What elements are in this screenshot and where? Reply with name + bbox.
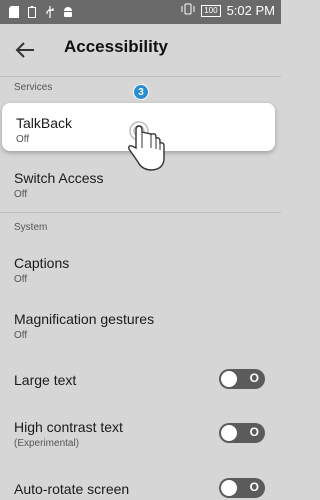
toggle-knob — [221, 425, 237, 441]
back-arrow-icon[interactable] — [12, 37, 38, 63]
auto-rotate-screen-label: Auto-rotate screen — [14, 481, 130, 497]
large-text-item[interactable]: Large text O — [0, 360, 281, 400]
large-text-label: Large text — [14, 372, 77, 388]
status-time: 5:02 PM — [226, 3, 275, 18]
talkback-status: Off — [16, 134, 30, 145]
battery-small-icon — [26, 5, 38, 18]
toggle-knob — [221, 371, 237, 387]
status-icons-right: 100 5:02 PM — [181, 3, 275, 18]
captions-status: Off — [14, 274, 28, 285]
section-header-system: System — [14, 222, 48, 233]
header-divider — [0, 76, 281, 77]
high-contrast-text-label: High contrast text — [14, 419, 123, 435]
high-contrast-text-toggle[interactable]: O — [219, 423, 265, 443]
magnification-gestures-status: Off — [14, 330, 28, 341]
status-icons-left — [8, 5, 74, 18]
section-header-services: Services — [14, 82, 53, 93]
toggle-off-label: O — [249, 425, 259, 439]
toggle-off-label: O — [249, 371, 259, 385]
page-title: Accessibility — [64, 37, 168, 56]
captions-item[interactable]: Captions Off — [0, 248, 281, 292]
switch-access-status: Off — [14, 189, 28, 200]
section-divider — [0, 212, 281, 213]
app-bar: Accessibility — [0, 24, 281, 76]
toggle-knob — [221, 480, 237, 496]
vibrate-icon — [181, 3, 195, 18]
auto-rotate-screen-item[interactable]: Auto-rotate screen O — [0, 468, 281, 500]
high-contrast-text-item[interactable]: High contrast text (Experimental) O — [0, 412, 281, 456]
battery-icon: 100 — [201, 4, 221, 17]
captions-label: Captions — [14, 255, 70, 271]
toggle-off-label: O — [249, 480, 259, 494]
step-badge: 3 — [133, 84, 149, 100]
auto-rotate-screen-toggle[interactable]: O — [219, 478, 265, 498]
magnification-gestures-label: Magnification gestures — [14, 311, 155, 327]
android-icon — [62, 5, 74, 18]
usb-icon — [44, 5, 56, 18]
magnification-gestures-item[interactable]: Magnification gestures Off — [0, 304, 281, 348]
large-text-toggle[interactable]: O — [219, 369, 265, 389]
high-contrast-text-note: (Experimental) — [14, 438, 80, 449]
status-bar: 100 5:02 PM — [0, 0, 281, 24]
switch-access-label: Switch Access — [14, 170, 104, 186]
switch-access-item[interactable]: Switch Access Off — [0, 163, 281, 207]
sd-card-icon — [8, 5, 20, 18]
talkback-label: TalkBack — [16, 115, 73, 131]
